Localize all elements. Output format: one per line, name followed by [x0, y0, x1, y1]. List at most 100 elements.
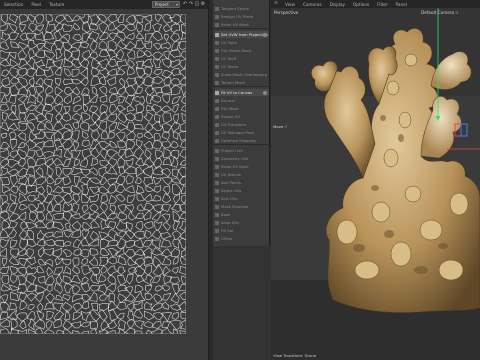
- command-label: UV Manager Pack: [221, 130, 255, 135]
- command-label: Rotate UV: [221, 114, 241, 119]
- command-list-item[interactable]: Mask Selected: [215, 203, 269, 210]
- command-label: UV Shift: [221, 56, 237, 61]
- command-icon: [215, 72, 219, 77]
- viewport-menubar: ≡ View Cameras Display Options Filter Pa…: [271, 0, 480, 8]
- project-select[interactable]: Project ▾: [152, 1, 180, 8]
- command-icon: [215, 220, 219, 225]
- settings-icon[interactable]: ⚙: [200, 1, 206, 7]
- command-list-item[interactable]: UV Transform: [215, 121, 269, 128]
- command-list-item[interactable]: Bake: [215, 211, 269, 218]
- uv-menubar: Selection Pixel Texture Project ▾ ↶ ↷ ◫ …: [0, 0, 208, 9]
- command-list-item[interactable]: Flip Mask: [215, 105, 269, 112]
- command-icon: [215, 64, 219, 69]
- command-label: UV Paint: [221, 40, 237, 45]
- command-icon: [215, 122, 219, 127]
- command-icon: [215, 22, 219, 27]
- command-icon: [215, 14, 219, 19]
- menu-filter[interactable]: Filter: [373, 2, 391, 7]
- command-icon: [215, 188, 219, 193]
- command-label: Set UVW from Projection: [221, 32, 268, 37]
- command-list-item[interactable]: Relax UV Bake: [215, 163, 269, 170]
- command-label: Terrain Mask: [221, 80, 245, 85]
- command-icon: [215, 180, 219, 185]
- command-label: Optimize Mapping: [221, 138, 256, 143]
- viewport-menu-icon[interactable]: ≡: [273, 1, 279, 7]
- command-list-item[interactable]: UV Mirror: [215, 63, 269, 70]
- list-separator: [213, 144, 271, 145]
- command-list-item[interactable]: Tangent Space: [215, 5, 269, 12]
- command-label: UV Transform: [221, 122, 247, 127]
- status-label: View Transform: Scene: [273, 353, 317, 358]
- command-list-item[interactable]: Terrain Mask: [215, 79, 269, 86]
- list-separator: [213, 28, 271, 29]
- command-list-item[interactable]: Show Mesh Overlapping: [215, 71, 269, 78]
- command-list-item[interactable]: Project UVs: [215, 147, 269, 154]
- tool-label: Move ⁝⁝: [273, 124, 287, 129]
- options-icon[interactable]: [263, 32, 267, 37]
- menu-display[interactable]: Display: [326, 2, 349, 7]
- command-label: Show Mesh Overlapping: [221, 72, 267, 77]
- command-label: UV Islands: [221, 172, 241, 177]
- command-list-item[interactable]: Fill Sel: [215, 227, 269, 234]
- command-list-item[interactable]: Flip Frame Back: [215, 47, 269, 54]
- command-list-item[interactable]: Set UVW from Projection: [215, 31, 269, 38]
- command-icon: [215, 32, 219, 37]
- command-list-item[interactable]: Geometry UVs: [215, 155, 269, 162]
- 3d-viewport[interactable]: ≡ View Cameras Display Options Filter Pa…: [271, 0, 480, 360]
- coral-model[interactable]: [271, 8, 480, 360]
- command-list-item[interactable]: Add Points: [215, 179, 269, 186]
- command-list-item[interactable]: Offset: [215, 235, 269, 242]
- command-icon: [215, 6, 219, 11]
- command-list-item[interactable]: UV Paint: [215, 39, 269, 46]
- command-list-item[interactable]: Rotate UV: [215, 113, 269, 120]
- command-icon: [215, 90, 219, 95]
- command-list-item[interactable]: Relax UV Mesh: [215, 21, 269, 28]
- command-icon: [215, 114, 219, 119]
- menu-texture[interactable]: Texture: [45, 2, 68, 7]
- command-icon: [215, 156, 219, 161]
- menu-selection[interactable]: Selection: [0, 2, 27, 7]
- menu-panel[interactable]: Panel: [392, 2, 411, 7]
- command-label: Fit UV to Canvas: [221, 90, 253, 95]
- command-icon: [215, 196, 219, 201]
- command-icon: [215, 236, 219, 241]
- command-list-item[interactable]: Select UVs: [215, 187, 269, 194]
- command-label: Add Points: [221, 180, 241, 185]
- camera-label[interactable]: Default Camera ⁝⁝: [421, 10, 458, 15]
- list-separator: [213, 86, 271, 87]
- view-label: Perspective: [274, 10, 299, 15]
- command-list-item[interactable]: Realign UV Plane: [215, 13, 269, 20]
- menu-cameras[interactable]: Cameras: [299, 2, 326, 7]
- command-icon: [215, 98, 219, 103]
- command-list-item[interactable]: UV Islands: [215, 171, 269, 178]
- command-list-panel: Tangent Space Realign UV Plane Relax UV Me…: [208, 0, 271, 360]
- command-label: UV Mirror: [221, 64, 239, 69]
- command-icon: [215, 48, 219, 53]
- command-list-item[interactable]: Normal: [215, 97, 269, 104]
- command-icon: [215, 138, 219, 143]
- command-list-item[interactable]: UV Manager Pack: [215, 129, 269, 136]
- command-list-item[interactable]: Optimize Mapping: [215, 137, 269, 144]
- command-icon: [215, 130, 219, 135]
- command-icon: [215, 148, 219, 153]
- command-icon: [215, 172, 219, 177]
- uv-mesh-islands[interactable]: [0, 14, 186, 334]
- command-icon: [215, 56, 219, 61]
- menu-pixel[interactable]: Pixel: [27, 2, 45, 7]
- command-icon: [215, 212, 219, 217]
- empty-panel-area: [213, 246, 271, 360]
- chevron-down-icon: ▾: [175, 2, 178, 7]
- uv-editor-panel: Selection Pixel Texture Project ▾ ↶ ↷ ◫ …: [0, 0, 208, 360]
- command-label: Relax UV Bake: [221, 164, 249, 169]
- options-icon[interactable]: [263, 90, 267, 95]
- command-label: Flip Mask: [221, 106, 239, 111]
- command-label: Project UVs: [221, 148, 243, 153]
- command-list-item[interactable]: UV Shift: [215, 55, 269, 62]
- command-list-item[interactable]: Sort UVs: [215, 195, 269, 202]
- menu-view[interactable]: View: [281, 2, 299, 7]
- command-list-item[interactable]: Fit UV to Canvas: [215, 89, 269, 96]
- menu-options[interactable]: Options: [349, 2, 373, 7]
- command-label: Sort UVs: [221, 196, 238, 201]
- command-label: Select UVs: [221, 188, 242, 193]
- command-list-item[interactable]: Keep UVs: [215, 219, 269, 226]
